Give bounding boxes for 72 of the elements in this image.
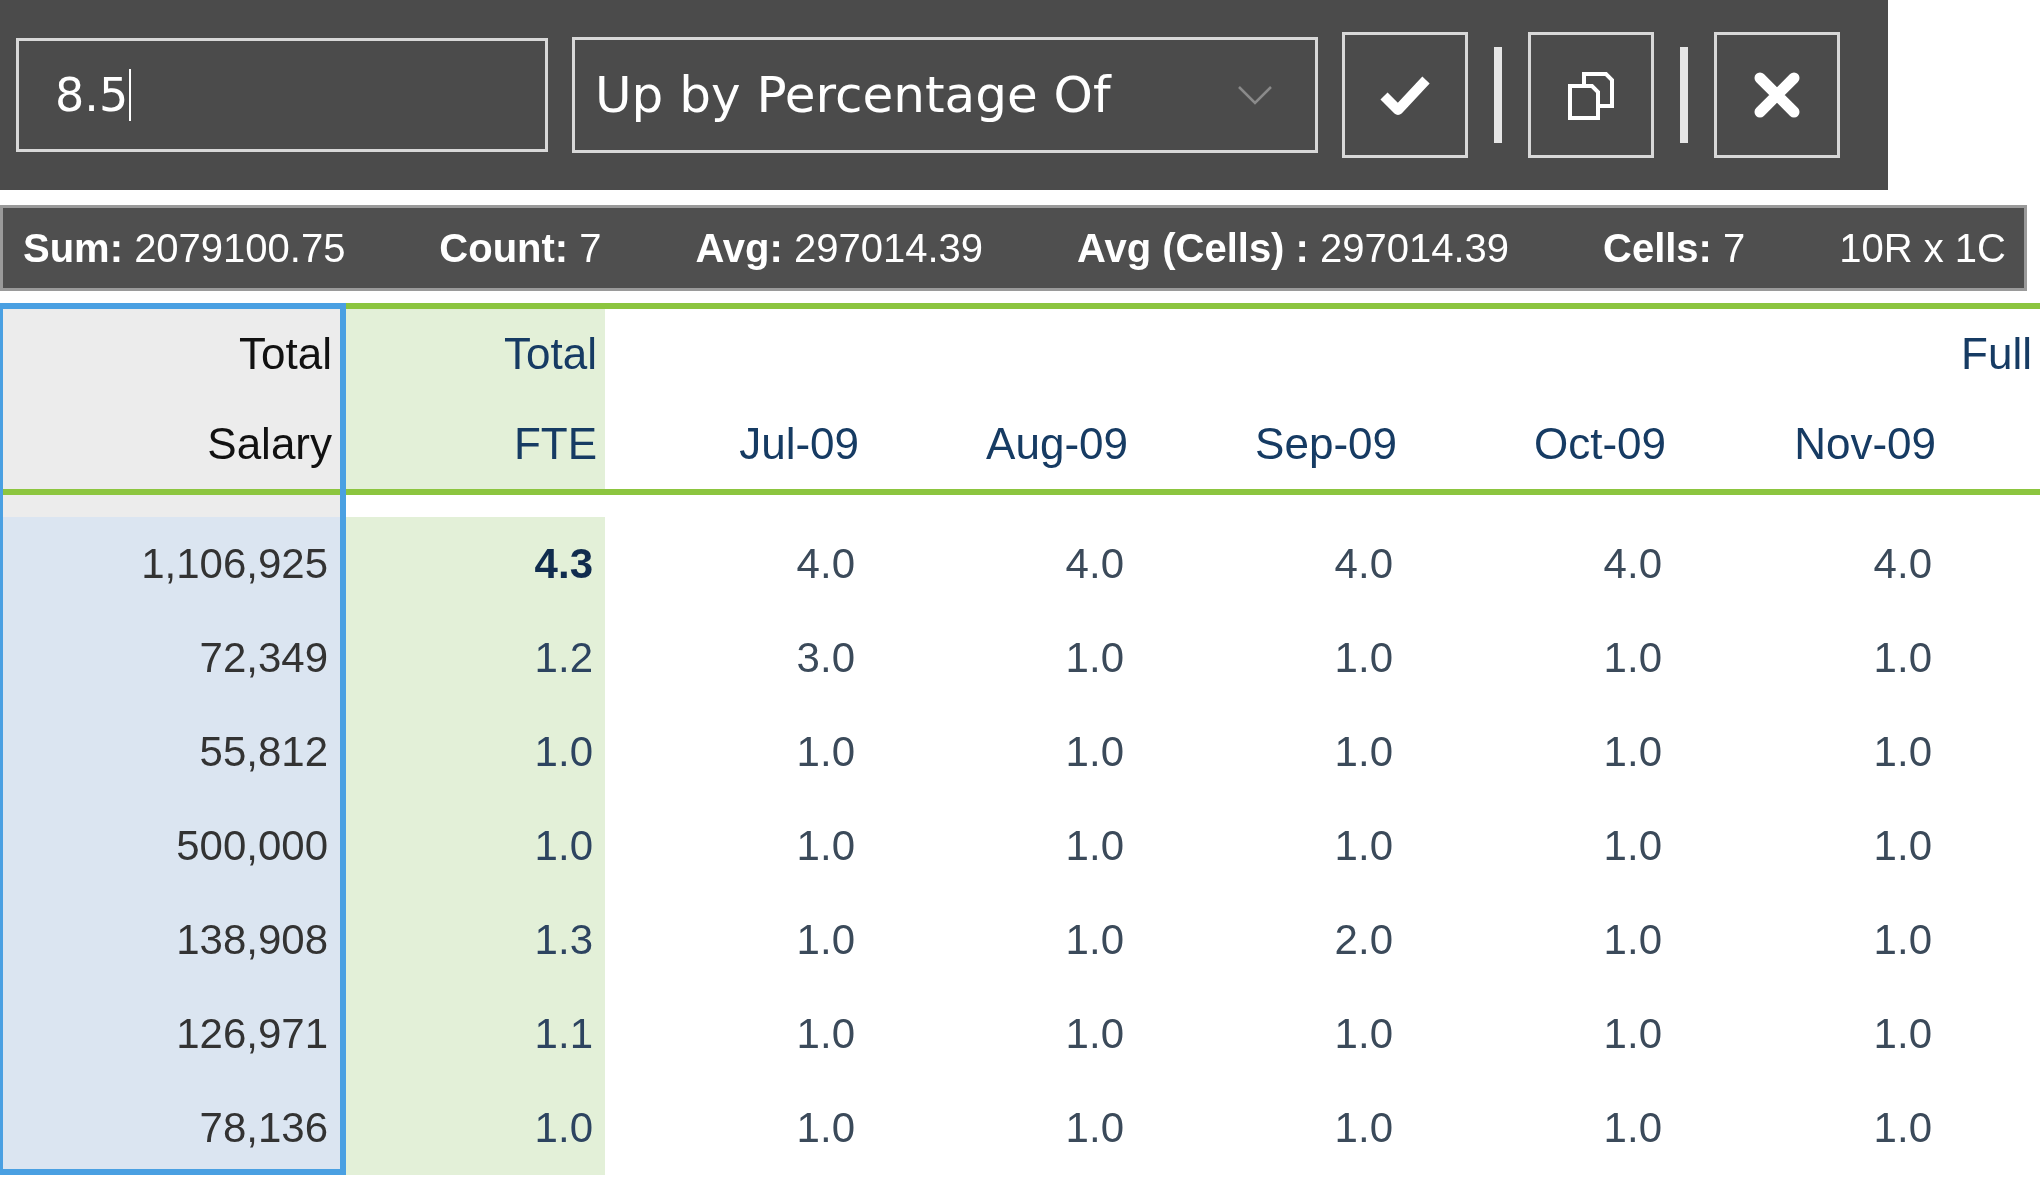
- table-cell: 1.0: [1603, 728, 1662, 776]
- table-cell: 72,349: [199, 634, 328, 682]
- text-cursor: [129, 69, 132, 121]
- table-cell: 1.0: [1334, 822, 1393, 870]
- table-cell: 1.0: [1873, 822, 1932, 870]
- column-header: Total: [239, 329, 332, 379]
- table-cell: 1.0: [796, 916, 855, 964]
- column-header: FTE: [513, 419, 597, 469]
- table-cell: 1.0: [1065, 916, 1124, 964]
- table-cell: 1.0: [1065, 822, 1124, 870]
- table-cell: 1,106,925: [141, 540, 328, 588]
- table-cell: 1.0: [1873, 1104, 1932, 1152]
- table-cell: 1.0: [1603, 1010, 1662, 1058]
- column-header: Salary: [207, 419, 332, 469]
- table-cell: 4.3: [534, 540, 593, 588]
- table-cell: 126,971: [176, 1010, 328, 1058]
- table-cell: 138,908: [176, 916, 328, 964]
- table-cell: 1.0: [1873, 916, 1932, 964]
- column-header: Full: [1961, 329, 2032, 379]
- table-cell: 1.0: [1603, 822, 1662, 870]
- table-cell: 2.0: [1334, 916, 1393, 964]
- table-cell: 55,812: [199, 728, 328, 776]
- table-cell: 1.0: [534, 1104, 593, 1152]
- table-cell: 1.0: [1065, 1104, 1124, 1152]
- table-cell: 1.0: [534, 728, 593, 776]
- table-cell: 500,000: [176, 822, 328, 870]
- table-cell: 4.0: [796, 540, 855, 588]
- table-cell: 1.0: [1603, 634, 1662, 682]
- apply-button[interactable]: [1342, 32, 1468, 158]
- stat-text: Sum: 2079100.75: [23, 225, 346, 271]
- operation-dropdown[interactable]: Up by Percentage Of: [572, 37, 1318, 153]
- stat-text: Count: 7: [439, 225, 602, 271]
- table-cell: 1.0: [1334, 728, 1393, 776]
- stat-text: Cells: 7: [1603, 225, 1746, 271]
- table-cell: 1.1: [534, 1010, 593, 1058]
- table-cell: 1.0: [1603, 1104, 1662, 1152]
- column-header: Nov-09: [1794, 419, 1936, 469]
- stat-text: Avg: 297014.39: [695, 225, 984, 271]
- table-cell: 1.0: [1065, 1010, 1124, 1058]
- table-cell: 1.0: [796, 1010, 855, 1058]
- column-header: Sep-09: [1255, 419, 1397, 469]
- column-header: Jul-09: [739, 419, 859, 469]
- value-field[interactable]: 8.5: [16, 38, 548, 152]
- table-cell: 1.0: [1065, 728, 1124, 776]
- column-header: Oct-09: [1533, 419, 1666, 469]
- table-cell: 1.3: [534, 916, 593, 964]
- table-cell: 4.0: [1603, 540, 1662, 588]
- table-cell: 1.0: [534, 822, 593, 870]
- close-button[interactable]: [1714, 32, 1840, 158]
- table-cell: 78,136: [199, 1104, 328, 1152]
- table-cell: 4.0: [1334, 540, 1393, 588]
- table-cell: 1.0: [1334, 1104, 1393, 1152]
- table-cell: 4.0: [1065, 540, 1124, 588]
- column-header: Aug-09: [986, 419, 1128, 469]
- table-cell: 1.0: [1873, 1010, 1932, 1058]
- table-cell: 4.0: [1873, 540, 1932, 588]
- stat-text: 10R x 1C: [1839, 225, 2006, 271]
- table-cell: 1.0: [1873, 634, 1932, 682]
- table-cell: 1.0: [1603, 916, 1662, 964]
- table-cell: 1.0: [1334, 1010, 1393, 1058]
- column-header: Total: [504, 329, 597, 379]
- table-cell: 1.0: [1873, 728, 1932, 776]
- table-cell: 1.0: [796, 728, 855, 776]
- table-cell: 1.0: [1065, 634, 1124, 682]
- table-cell: 1.2: [534, 634, 593, 682]
- table-cell: 1.0: [796, 822, 855, 870]
- table-cell: 1.0: [1334, 634, 1393, 682]
- stat-text: Avg (Cells) : 297014.39: [1077, 225, 1510, 271]
- chevron-down-icon: [1235, 83, 1275, 107]
- table-cell: 1.0: [796, 1104, 855, 1152]
- copy-button[interactable]: [1528, 32, 1654, 158]
- table-cell: 3.0: [796, 634, 855, 682]
